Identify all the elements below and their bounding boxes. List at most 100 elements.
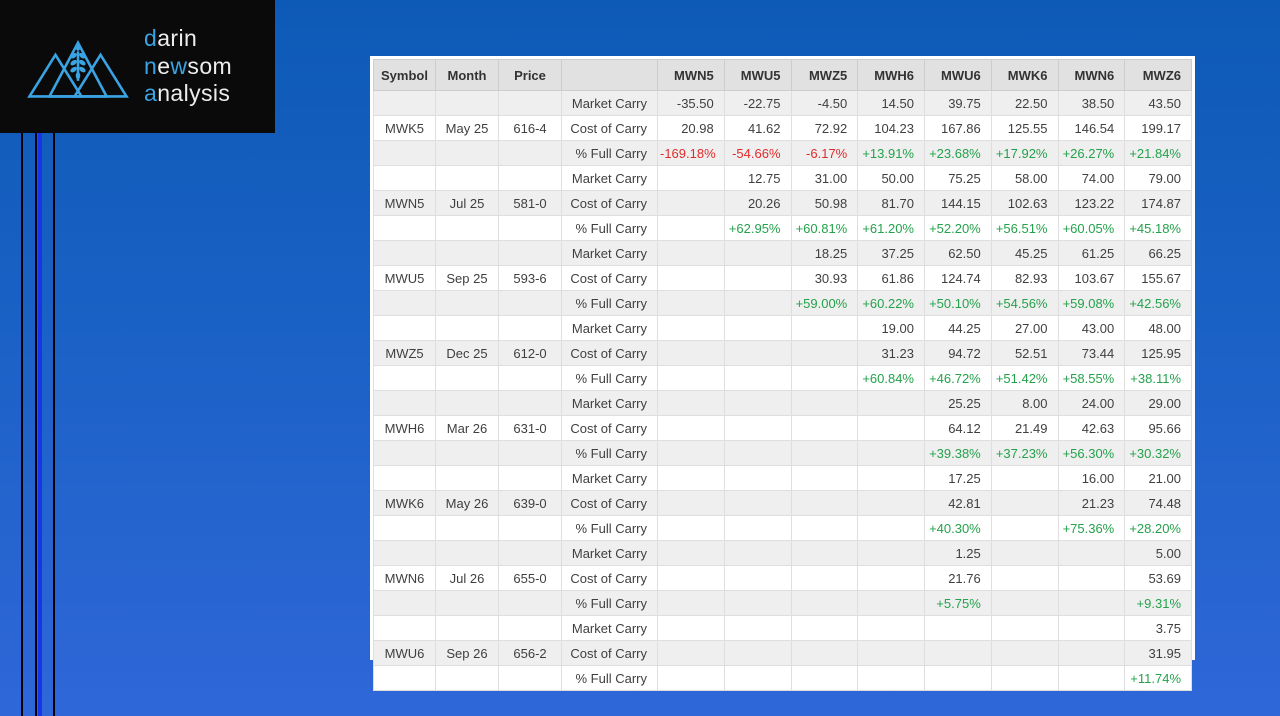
value-cell: 45.25 bbox=[990, 240, 1059, 266]
value-cell: 123.22 bbox=[1057, 190, 1126, 216]
value-cell bbox=[924, 615, 992, 641]
table-row: Market Carry 12.75 31.00 50.00 75.25 58.00 74.… bbox=[373, 165, 1192, 191]
value-cell bbox=[857, 440, 925, 466]
value-cell: +30.32% bbox=[1124, 440, 1192, 466]
value-cell: +42.56% bbox=[1124, 290, 1192, 316]
value-cell: +58.55% bbox=[1057, 365, 1126, 391]
value-cell bbox=[857, 590, 925, 616]
price-cell: 581-0 bbox=[498, 190, 562, 216]
value-cell bbox=[990, 465, 1059, 491]
value-cell: 64.12 bbox=[924, 415, 992, 441]
value-cell bbox=[723, 365, 792, 391]
symbol-cell: MWZ5 bbox=[373, 340, 436, 366]
symbol-cell bbox=[373, 165, 436, 191]
value-cell bbox=[790, 465, 859, 491]
value-cell: 48.00 bbox=[1124, 315, 1192, 341]
column-header-mwh6: MWH6 bbox=[857, 59, 925, 91]
symbol-cell bbox=[373, 215, 436, 241]
value-cell: 72.92 bbox=[790, 115, 859, 141]
value-cell: 42.63 bbox=[1057, 415, 1126, 441]
month-cell bbox=[435, 365, 499, 391]
value-cell bbox=[990, 665, 1059, 691]
value-cell: 25.25 bbox=[924, 390, 992, 416]
symbol-cell: MWK6 bbox=[373, 490, 436, 516]
table-row: MWK5 May 25 616-4 Cost of Carry 20.98 41.62 72… bbox=[373, 115, 1192, 141]
row-label-cell: Cost of Carry bbox=[561, 115, 658, 141]
symbol-cell bbox=[373, 615, 436, 641]
row-label-cell: Cost of Carry bbox=[561, 640, 658, 666]
value-cell: +40.30% bbox=[924, 515, 992, 541]
value-cell: +17.92% bbox=[990, 140, 1059, 166]
row-label-cell: Market Carry bbox=[561, 465, 658, 491]
value-cell: +56.30% bbox=[1057, 440, 1126, 466]
value-cell: +60.81% bbox=[790, 215, 859, 241]
value-cell bbox=[723, 290, 792, 316]
value-cell: 24.00 bbox=[1057, 390, 1126, 416]
table-row: Market Carry 1.25 5.00 bbox=[373, 540, 1192, 566]
value-cell: +75.36% bbox=[1057, 515, 1126, 541]
value-cell bbox=[723, 565, 792, 591]
value-cell bbox=[723, 390, 792, 416]
row-label-cell: Market Carry bbox=[561, 540, 658, 566]
value-cell: 43.50 bbox=[1124, 90, 1192, 116]
price-cell bbox=[498, 590, 562, 616]
row-label-cell: % Full Carry bbox=[561, 440, 658, 466]
month-cell bbox=[435, 215, 499, 241]
value-cell bbox=[790, 615, 859, 641]
table-row: Market Carry -35.50 -22.75 -4.50 14.50 39.75 2… bbox=[373, 90, 1192, 116]
value-cell: 31.23 bbox=[857, 340, 925, 366]
value-cell: 37.25 bbox=[857, 240, 925, 266]
value-cell: +50.10% bbox=[924, 290, 992, 316]
value-cell: 146.54 bbox=[1057, 115, 1126, 141]
value-cell: 38.50 bbox=[1057, 90, 1126, 116]
price-cell bbox=[498, 290, 562, 316]
value-cell bbox=[990, 615, 1059, 641]
row-label-cell: Cost of Carry bbox=[561, 190, 658, 216]
column-header-mwu6: MWU6 bbox=[924, 59, 992, 91]
value-cell: 27.00 bbox=[990, 315, 1059, 341]
value-cell bbox=[990, 490, 1059, 516]
table-row: MWN6 Jul 26 655-0 Cost of Carry 21.76 53.69 bbox=[373, 565, 1192, 591]
decor-line-black-3 bbox=[53, 133, 55, 716]
value-cell: 167.86 bbox=[924, 115, 992, 141]
value-cell bbox=[657, 315, 725, 341]
value-cell: 22.50 bbox=[990, 90, 1059, 116]
row-label-cell: Market Carry bbox=[561, 240, 658, 266]
symbol-cell bbox=[373, 665, 436, 691]
price-cell bbox=[498, 90, 562, 116]
value-cell bbox=[790, 415, 859, 441]
value-cell: 199.17 bbox=[1124, 115, 1192, 141]
table-row: Market Carry 19.00 44.25 27.00 43.00 48.00 bbox=[373, 315, 1192, 341]
value-cell: 82.93 bbox=[990, 265, 1059, 291]
month-cell: Mar 26 bbox=[435, 415, 499, 441]
value-cell: -35.50 bbox=[657, 90, 725, 116]
value-cell bbox=[857, 515, 925, 541]
symbol-cell bbox=[373, 140, 436, 166]
price-cell bbox=[498, 315, 562, 341]
price-cell: 639-0 bbox=[498, 490, 562, 516]
value-cell: 174.87 bbox=[1124, 190, 1192, 216]
value-cell: 18.25 bbox=[790, 240, 859, 266]
value-cell bbox=[790, 665, 859, 691]
value-cell bbox=[790, 640, 859, 666]
row-label-cell: Market Carry bbox=[561, 315, 658, 341]
value-cell bbox=[924, 665, 992, 691]
value-cell bbox=[657, 465, 725, 491]
table-row: Market Carry 3.75 bbox=[373, 615, 1192, 641]
value-cell bbox=[657, 190, 725, 216]
value-cell: 94.72 bbox=[924, 340, 992, 366]
value-cell: 73.44 bbox=[1057, 340, 1126, 366]
value-cell: 3.75 bbox=[1124, 615, 1192, 641]
value-cell: 20.98 bbox=[657, 115, 725, 141]
row-label-cell: % Full Carry bbox=[561, 140, 658, 166]
value-cell bbox=[657, 590, 725, 616]
value-cell bbox=[723, 490, 792, 516]
value-cell: +28.20% bbox=[1124, 515, 1192, 541]
month-cell bbox=[435, 315, 499, 341]
table-row: % Full Carry +39.38% +37.23% +56.30% +30.32% bbox=[373, 440, 1192, 466]
table-row: % Full Carry +11.74% bbox=[373, 665, 1192, 691]
symbol-cell: MWN5 bbox=[373, 190, 436, 216]
mountains-wheat-icon bbox=[27, 39, 129, 98]
value-cell bbox=[990, 640, 1059, 666]
value-cell bbox=[790, 565, 859, 591]
